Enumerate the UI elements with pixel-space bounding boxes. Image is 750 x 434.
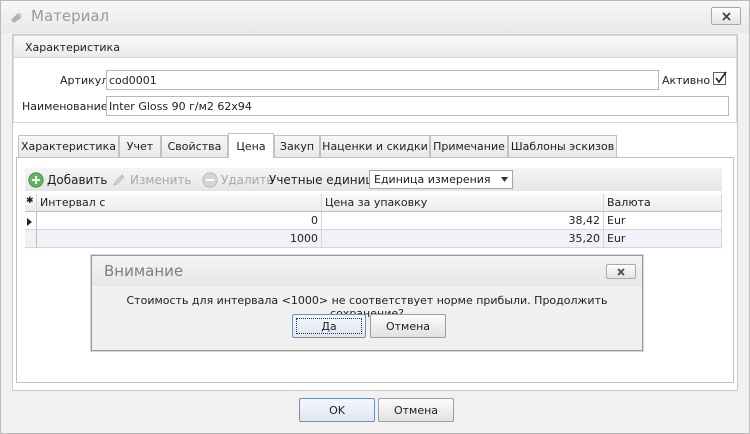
active-checkbox[interactable] bbox=[713, 71, 727, 85]
cell-currency[interactable]: Eur bbox=[604, 212, 722, 230]
app-icon bbox=[9, 9, 25, 25]
remove-icon bbox=[202, 171, 218, 188]
dialog-title: Внимание bbox=[104, 262, 184, 280]
row-indicator-icon bbox=[25, 212, 37, 230]
window-close-button[interactable] bbox=[711, 7, 741, 25]
units-select-value: Единица измерения bbox=[374, 173, 491, 186]
name-label: Наименование: bbox=[22, 100, 112, 113]
close-icon bbox=[617, 267, 625, 276]
dialog-title-bar[interactable]: Внимание bbox=[92, 256, 642, 286]
table-row[interactable]: 0 38,42 Eur bbox=[25, 212, 722, 230]
ok-button[interactable]: OK bbox=[299, 398, 375, 422]
article-label: Артикул: bbox=[60, 74, 112, 87]
add-button[interactable]: Добавить bbox=[28, 168, 107, 191]
delete-button[interactable]: Удалить bbox=[202, 168, 274, 191]
row-indicator bbox=[25, 230, 37, 248]
dialog-close-button[interactable] bbox=[606, 264, 636, 279]
cell-price[interactable]: 35,20 bbox=[322, 230, 604, 248]
grid-header-row: ✱ Интервал с Цена за упаковку Валюта bbox=[25, 194, 722, 212]
tab-markups-discounts[interactable]: Наценки и скидки bbox=[320, 135, 430, 157]
column-header-price[interactable]: Цена за упаковку bbox=[322, 194, 604, 212]
cell-interval[interactable]: 0 bbox=[37, 212, 322, 230]
dialog-message: Стоимость для интервала <1000> не соотве… bbox=[126, 294, 608, 320]
active-label: Активно bbox=[662, 74, 711, 87]
edit-button[interactable]: Изменить bbox=[111, 168, 192, 191]
add-button-label: Добавить bbox=[47, 172, 108, 187]
material-window: Материал Характеристика Артикул: Активно… bbox=[0, 0, 750, 434]
dialog-cancel-button[interactable]: Отмена bbox=[370, 314, 446, 338]
window-title: Материал bbox=[31, 7, 110, 25]
tab-price[interactable]: Цена bbox=[228, 133, 274, 158]
title-bar[interactable]: Материал bbox=[1, 1, 749, 33]
tab-sketch-templates[interactable]: Шаблоны эскизов bbox=[508, 135, 617, 157]
add-icon bbox=[28, 171, 44, 188]
delete-button-label: Удалить bbox=[221, 172, 274, 187]
checkmark-icon bbox=[715, 71, 727, 84]
warning-dialog: Внимание Стоимость для интервала <1000> … bbox=[91, 255, 643, 351]
cancel-button[interactable]: Отмена bbox=[378, 398, 454, 422]
tab-bar: Характеристика Учет Свойства Цена Закуп … bbox=[18, 133, 730, 158]
tab-characteristics[interactable]: Характеристика bbox=[18, 135, 119, 157]
tab-properties[interactable]: Свойства bbox=[161, 135, 228, 157]
chevron-down-icon bbox=[501, 177, 508, 182]
tab-notes[interactable]: Примечание bbox=[430, 135, 508, 157]
characteristics-group: Характеристика Артикул: Активно Наименов… bbox=[13, 35, 737, 123]
characteristics-header: Характеристика bbox=[14, 36, 736, 58]
pencil-icon bbox=[113, 173, 125, 186]
name-input[interactable] bbox=[106, 96, 729, 116]
cell-price[interactable]: 38,42 bbox=[322, 212, 604, 230]
tab-purchase[interactable]: Закуп bbox=[274, 135, 320, 157]
table-row[interactable]: 1000 35,20 Eur bbox=[25, 230, 722, 248]
cell-interval[interactable]: 1000 bbox=[37, 230, 322, 248]
edit-button-label: Изменить bbox=[130, 172, 192, 187]
dialog-yes-button[interactable]: Да bbox=[292, 314, 366, 338]
focus-rectangle bbox=[296, 318, 362, 334]
price-toolbar: Добавить Изменить Удалить Учетные единиц… bbox=[25, 168, 722, 191]
cell-currency[interactable]: Eur bbox=[604, 230, 722, 248]
tab-accounting[interactable]: Учет bbox=[119, 135, 161, 157]
new-row-asterisk-icon: ✱ bbox=[25, 194, 37, 212]
column-header-currency[interactable]: Валюта bbox=[604, 194, 722, 212]
close-icon bbox=[721, 11, 731, 21]
units-select[interactable]: Единица измерения bbox=[369, 170, 513, 189]
article-input[interactable] bbox=[106, 70, 659, 90]
column-header-interval[interactable]: Интервал с bbox=[37, 194, 322, 212]
